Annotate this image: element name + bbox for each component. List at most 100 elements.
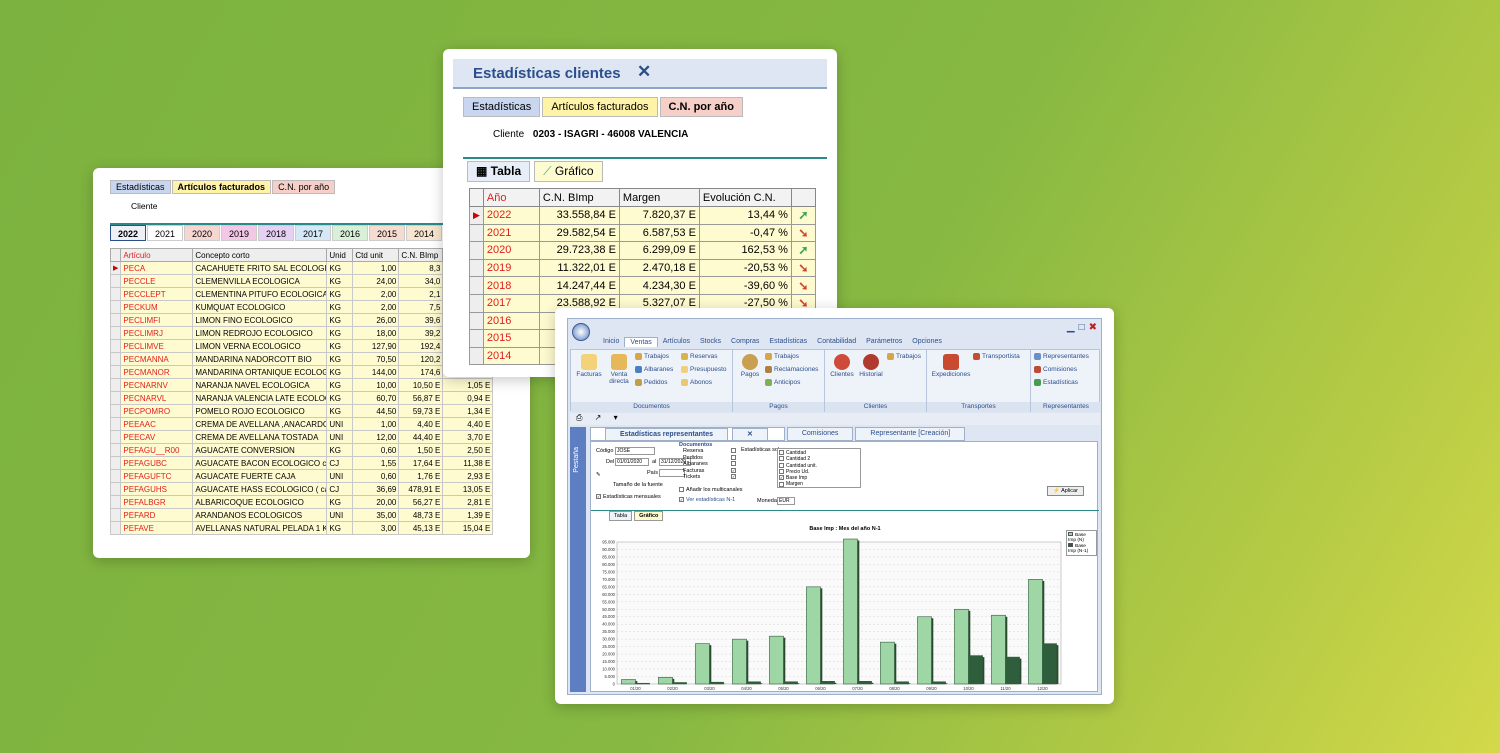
table-row[interactable]: 2018 14.247,44 E 4.234,30 E -39,60 % ➘ (469, 276, 816, 295)
tab-articulos-facturados[interactable]: Artículos facturados (542, 97, 658, 117)
column-header[interactable]: Concepto corto (192, 248, 328, 262)
documento-option[interactable]: Albaranes (683, 461, 738, 467)
close-icon[interactable]: ✕ (731, 428, 768, 441)
tab-estadisticas-representantes[interactable]: Estadísticas representantes ✕ (590, 427, 785, 441)
year-tab-2022[interactable]: 2022 (110, 225, 146, 241)
column-header[interactable]: Artículo (120, 248, 194, 262)
menu-item-estadísticas[interactable]: Estadísticas (764, 337, 812, 347)
table-row[interactable]: PECNARNV NARANJA NAVEL ECOLOGICA KG 10,00 10… (109, 378, 494, 392)
side-panel[interactable]: Pestaña (570, 427, 586, 692)
presupuesto-button[interactable]: Presupuesto (681, 366, 727, 373)
expediciones-button[interactable]: Expediciones (931, 354, 971, 378)
menu-item-ventas[interactable]: Ventas (624, 337, 658, 347)
table-row[interactable]: PECNARVLNARANJA VALENCIA LATE ECOLOGICAK… (109, 391, 494, 405)
table-row[interactable]: PEFAGUBC AGUACATE BACON ECOLOGICO caja CJ 1… (109, 456, 494, 470)
checkbox[interactable] (779, 481, 784, 487)
table-row[interactable]: PEEAACCREMA DE AVELLANA ,ANACARDO Y CACA… (109, 417, 494, 431)
tab-representante-creacion[interactable]: Representante [Creación] (855, 427, 966, 441)
documento-option[interactable]: Facturas ✓ (683, 468, 738, 474)
menu-item-stocks[interactable]: Stocks (695, 337, 726, 347)
checkbox[interactable]: ✓ (731, 474, 736, 480)
table-row[interactable]: PECMANNA MANDARINA NADORCOTT BIO KG 70,50 12… (109, 352, 494, 366)
pais-select[interactable] (659, 469, 685, 477)
palette-icon[interactable]: ✎ (596, 472, 601, 478)
checkbox[interactable] (731, 461, 736, 467)
table-row[interactable]: PEECAV CREMA DE AVELLANA TOSTADA UNI 12,00 4… (109, 430, 494, 444)
mensuales-checkbox[interactable]: ✓ Estadísticas mensuales (596, 494, 661, 500)
column-header[interactable]: Ctd unit (352, 248, 400, 262)
menu-item-inicio[interactable]: Inicio (598, 337, 624, 347)
comisiones-button[interactable]: Comisiones (1034, 366, 1077, 373)
tab-tabla[interactable]: ▦ Tabla (467, 161, 531, 182)
year-tab-2018[interactable]: 2018 (258, 225, 294, 241)
venta-directa-button[interactable]: Venta directa (605, 354, 633, 385)
checkbox[interactable]: ✓ (779, 475, 784, 481)
table-row[interactable]: PEFAGUHS AGUACATE HASS ECOLOGICO ( caja) C… (109, 482, 494, 496)
pagos-trabajos-button[interactable]: Trabajos (765, 353, 799, 360)
checkbox[interactable] (731, 454, 736, 460)
reservas-button[interactable]: Reservas (681, 353, 717, 360)
table-row[interactable]: PECCLEPT CLEMENTINA PITUFO ECOLOGICA KG 2,0… (109, 287, 494, 301)
tab-articulos-facturados[interactable]: Artículos facturados (171, 180, 272, 194)
column-header[interactable]: C.N. BImp (398, 248, 444, 262)
year-tab-2021[interactable]: 2021 (147, 225, 183, 241)
reclamaciones-button[interactable]: Reclamaciones (765, 366, 818, 373)
column-header[interactable]: Unid (326, 248, 354, 262)
menu-item-artículos[interactable]: Artículos (658, 337, 695, 347)
facturas-button[interactable]: Facturas (575, 354, 603, 378)
column-header[interactable]: Margen (618, 188, 700, 207)
year-tab-2017[interactable]: 2017 (295, 225, 331, 241)
tab-grafico[interactable]: Gráfico (634, 511, 664, 521)
tab-estadisticas[interactable]: Estadísticas (110, 180, 171, 194)
table-row[interactable]: PEFAVE AVELLANAS NATURAL PELADA 1 KGS KG 3,… (109, 521, 494, 535)
tab-grafico[interactable]: ⟋ Gráfico (534, 161, 603, 182)
table-row[interactable]: PECKUM KUMQUAT ECOLOGICO KG 2,00 7,5 (109, 300, 494, 314)
clientes-button[interactable]: Clientes (829, 354, 855, 378)
close-icon[interactable]: ✖ (1089, 322, 1097, 333)
app-menu-button[interactable] (572, 323, 590, 341)
checkbox[interactable]: ✓ (731, 467, 736, 473)
clientes-trabajos-button[interactable]: Trabajos (887, 353, 921, 360)
table-row[interactable]: ▶ 2022 33.558,84 E 7.820,37 E 13,44 % ➚ (469, 206, 816, 225)
historial-button[interactable]: Historial (857, 354, 885, 378)
sobre-list[interactable]: Cantidad Cantidad 2 Cantidad unit. Precio U… (777, 448, 861, 488)
column-header[interactable] (790, 188, 816, 207)
table-row[interactable]: PECPOMRO POMELO ROJO ECOLOGICO KG 44,50 59,7… (109, 404, 494, 418)
del-input[interactable]: 01/01/2020 (615, 458, 649, 466)
codigo-input[interactable]: JOSE (615, 447, 655, 455)
checkbox[interactable] (779, 450, 784, 456)
abonos-button[interactable]: Abonos (681, 379, 712, 386)
close-icon[interactable]: ✕ (637, 62, 651, 82)
maximize-icon[interactable]: □ (1079, 322, 1085, 333)
checkbox[interactable] (779, 469, 784, 475)
table-row[interactable]: PEFARD ARANDANOS ECOLOGICOS UNI 35,00 48,73 … (109, 508, 494, 522)
column-header[interactable]: C.N. BImp (538, 188, 620, 207)
anadir-checkbox[interactable]: Añadir los multicanales (679, 487, 743, 493)
table-row[interactable]: PECLIMVE LIMON VERNA ECOLOGICO KG 127,90 192… (109, 339, 494, 353)
pagos-button[interactable]: Pagos (737, 354, 763, 378)
checkbox[interactable] (731, 448, 736, 454)
toolbar-icon[interactable]: ⎙ (576, 413, 582, 422)
table-row[interactable]: 2019 11.322,01 E 2.470,18 E -20,53 % ➘ (469, 258, 816, 278)
toolbar-icon[interactable]: ↗ (595, 413, 602, 422)
trabajos-button[interactable]: Trabajos (635, 353, 669, 360)
moneda-select[interactable]: EUR (777, 497, 795, 505)
table-row[interactable]: 2021 29.582,54 E 6.587,53 E -0,47 % ➘ (469, 223, 816, 243)
tab-cn-por-ano[interactable]: C.N. por año (272, 180, 336, 194)
sobre-option[interactable]: Margen (779, 481, 859, 487)
checkbox[interactable] (779, 456, 784, 462)
documento-option[interactable]: Reserva (683, 448, 738, 454)
tab-cn-por-ano[interactable]: C.N. por año (659, 97, 743, 117)
minimize-icon[interactable]: ▁ (1067, 322, 1075, 333)
menu-item-opciones[interactable]: Opciones (907, 337, 947, 347)
albaranes-button[interactable]: Albaranes (635, 366, 673, 373)
menu-item-compras[interactable]: Compras (726, 337, 764, 347)
aplicar-button[interactable]: ⚡ Aplicar (1047, 486, 1084, 496)
pedidos-button[interactable]: Pedidos (635, 379, 668, 386)
year-tab-2019[interactable]: 2019 (221, 225, 257, 241)
table-row[interactable]: ▶ PECA CACAHUETE FRITO SAL ECOLOGICO KG 1,00… (109, 261, 494, 275)
tab-comisiones[interactable]: Comisiones (786, 427, 854, 441)
year-tab-2015[interactable]: 2015 (369, 225, 405, 241)
table-row[interactable]: 2020 29.723,38 E 6.299,09 E 162,53 % ➚ (469, 241, 816, 260)
table-row[interactable]: PECLIMFI LIMON FINO ECOLOGICO KG 26,00 39,6 (109, 313, 494, 327)
